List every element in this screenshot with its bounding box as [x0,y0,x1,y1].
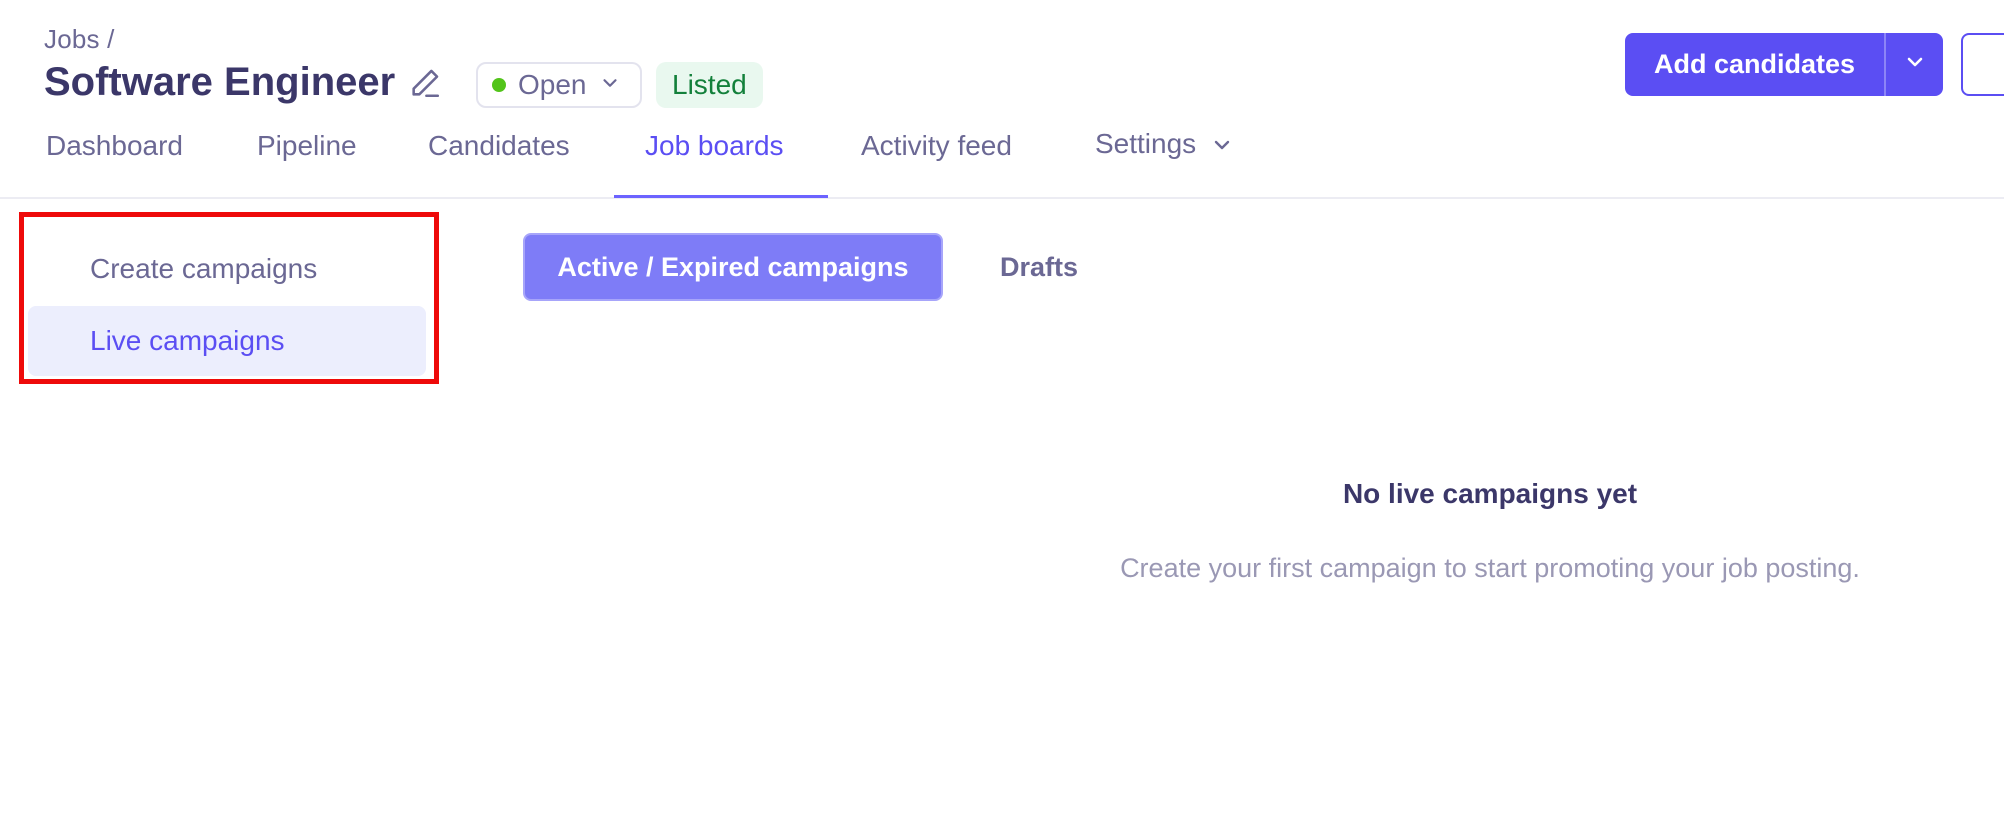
side-menu-live-campaigns[interactable]: Live campaigns [28,306,426,376]
tab-activity-feed[interactable]: Activity feed [861,130,1012,198]
tab-candidates[interactable]: Candidates [428,130,570,198]
active-tab-indicator [614,195,828,198]
tab-dashboard[interactable]: Dashboard [46,130,183,198]
side-menu-create-campaigns[interactable]: Create campaigns [28,234,426,304]
chevron-down-icon [1210,132,1234,164]
tab-settings-label: Settings [1095,128,1197,159]
job-tabs: Dashboard Pipeline Candidates Job boards… [0,128,2004,200]
edit-pencil-icon[interactable] [408,66,442,100]
tab-pipeline[interactable]: Pipeline [257,130,357,198]
empty-state-description: Create your first campaign to start prom… [1120,553,1860,583]
status-dot-icon [492,78,506,92]
add-candidates-button-group[interactable]: Add candidates [1625,33,1943,96]
add-candidates-button[interactable]: Add candidates [1625,33,1886,96]
subtab-drafts[interactable]: Drafts [978,233,1100,301]
listed-badge: Listed [656,62,763,108]
tab-settings[interactable]: Settings [1095,128,1234,196]
tabs-divider [0,197,2004,199]
add-candidates-menu-button[interactable] [1886,33,1943,96]
tab-job-boards[interactable]: Job boards [645,130,784,198]
subtab-active-expired-campaigns[interactable]: Active / Expired campaigns [523,233,943,301]
page-title: Software Engineer [44,60,396,104]
chevron-down-icon [599,72,621,99]
secondary-action-button[interactable] [1961,33,2004,96]
status-dropdown[interactable]: Open [476,62,642,108]
breadcrumb[interactable]: Jobs / [44,24,115,55]
status-label: Open [518,69,587,100]
empty-state-title: No live campaigns yet [1342,478,1638,509]
chevron-down-icon [1903,50,1927,79]
